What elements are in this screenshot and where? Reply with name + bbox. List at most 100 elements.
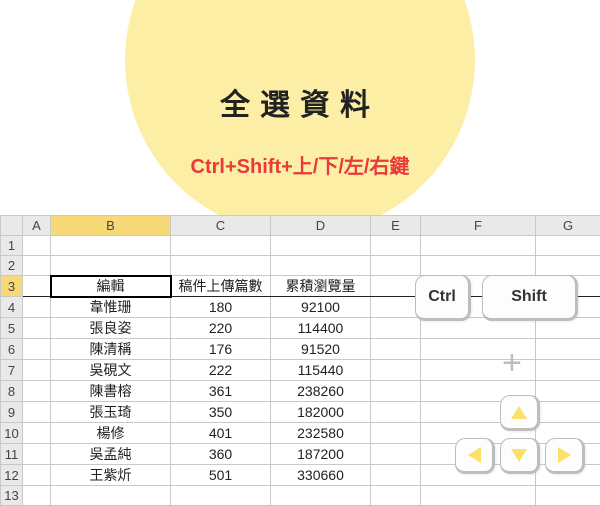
cell[interactable] [171,256,271,276]
column-header-row: A B C D E F G [1,216,600,236]
cell[interactable] [371,297,421,318]
row-header[interactable]: 12 [1,465,23,486]
cell[interactable] [536,381,600,402]
row-header[interactable]: 5 [1,318,23,339]
cell[interactable]: 501 [171,465,271,486]
cell[interactable] [23,236,51,256]
cell[interactable] [23,381,51,402]
cell[interactable] [371,402,421,423]
col-header-E[interactable]: E [371,216,421,236]
cell[interactable] [171,486,271,506]
cell[interactable]: 91520 [271,339,371,360]
cell[interactable] [536,256,600,276]
cell[interactable] [23,297,51,318]
cell[interactable] [171,236,271,256]
cell[interactable]: 張玉琦 [51,402,171,423]
cell[interactable]: 王紫炘 [51,465,171,486]
cell[interactable] [271,486,371,506]
header-cell[interactable]: 累積瀏覽量 [271,276,371,297]
cell[interactable] [51,256,171,276]
cell[interactable] [23,444,51,465]
cell[interactable] [371,339,421,360]
cell[interactable] [23,256,51,276]
cell[interactable]: 吳孟純 [51,444,171,465]
cell[interactable] [371,486,421,506]
col-header-B[interactable]: B [51,216,171,236]
cell[interactable]: 楊修 [51,423,171,444]
cell[interactable] [421,486,536,506]
arrow-up-icon [511,406,527,419]
cell[interactable] [371,360,421,381]
col-header-G[interactable]: G [536,216,600,236]
cell[interactable]: 220 [171,318,271,339]
select-all-corner[interactable] [1,216,23,236]
cell[interactable]: 115440 [271,360,371,381]
cell[interactable] [23,486,51,506]
row-header[interactable]: 7 [1,360,23,381]
cell[interactable] [23,423,51,444]
cell[interactable] [23,465,51,486]
cell[interactable] [371,276,421,297]
cell[interactable]: 韋惟珊 [51,297,171,318]
key-arrow-left [455,438,495,474]
cell[interactable]: 張良姿 [51,318,171,339]
cell[interactable] [23,339,51,360]
cell[interactable]: 176 [171,339,271,360]
col-header-C[interactable]: C [171,216,271,236]
row-header[interactable]: 3 [1,276,23,297]
cell[interactable] [23,402,51,423]
row-header[interactable]: 2 [1,256,23,276]
cell[interactable] [536,486,600,506]
row-header[interactable]: 13 [1,486,23,506]
cell[interactable] [23,360,51,381]
cell[interactable] [371,444,421,465]
cell[interactable]: 182000 [271,402,371,423]
cell[interactable] [371,381,421,402]
cell[interactable]: 350 [171,402,271,423]
cell[interactable] [23,276,51,297]
header-cell[interactable]: 稿件上傳篇數 [171,276,271,297]
cell[interactable] [271,256,371,276]
cell[interactable] [23,318,51,339]
cell[interactable] [536,360,600,381]
row-header[interactable]: 1 [1,236,23,256]
col-header-A[interactable]: A [23,216,51,236]
cell[interactable] [371,256,421,276]
cell[interactable] [536,402,600,423]
cell[interactable]: 92100 [271,297,371,318]
row-header[interactable]: 8 [1,381,23,402]
cell[interactable] [536,236,600,256]
row-header[interactable]: 6 [1,339,23,360]
cell[interactable] [536,339,600,360]
cell[interactable] [421,236,536,256]
cell[interactable] [421,256,536,276]
cell[interactable] [271,236,371,256]
cell[interactable] [51,236,171,256]
cell[interactable]: 361 [171,381,271,402]
col-header-F[interactable]: F [421,216,536,236]
cell[interactable]: 360 [171,444,271,465]
cell[interactable]: 吳硯文 [51,360,171,381]
active-cell[interactable]: 編輯 [51,276,171,297]
cell[interactable]: 187200 [271,444,371,465]
cell[interactable] [371,318,421,339]
cell[interactable] [371,423,421,444]
cell[interactable]: 180 [171,297,271,318]
cell[interactable]: 401 [171,423,271,444]
row-header[interactable]: 9 [1,402,23,423]
cell[interactable]: 222 [171,360,271,381]
cell[interactable] [51,486,171,506]
row-header[interactable]: 10 [1,423,23,444]
cell[interactable]: 238260 [271,381,371,402]
cell[interactable] [371,465,421,486]
cell[interactable]: 114400 [271,318,371,339]
cell[interactable]: 陳清稱 [51,339,171,360]
row-header[interactable]: 4 [1,297,23,318]
cell[interactable]: 330660 [271,465,371,486]
cell[interactable]: 陳書榕 [51,381,171,402]
row-header[interactable]: 11 [1,444,23,465]
banner-shortcut: Ctrl+Shift+上/下/左/右鍵 [0,150,600,179]
col-header-D[interactable]: D [271,216,371,236]
cell[interactable] [371,236,421,256]
cell[interactable]: 232580 [271,423,371,444]
